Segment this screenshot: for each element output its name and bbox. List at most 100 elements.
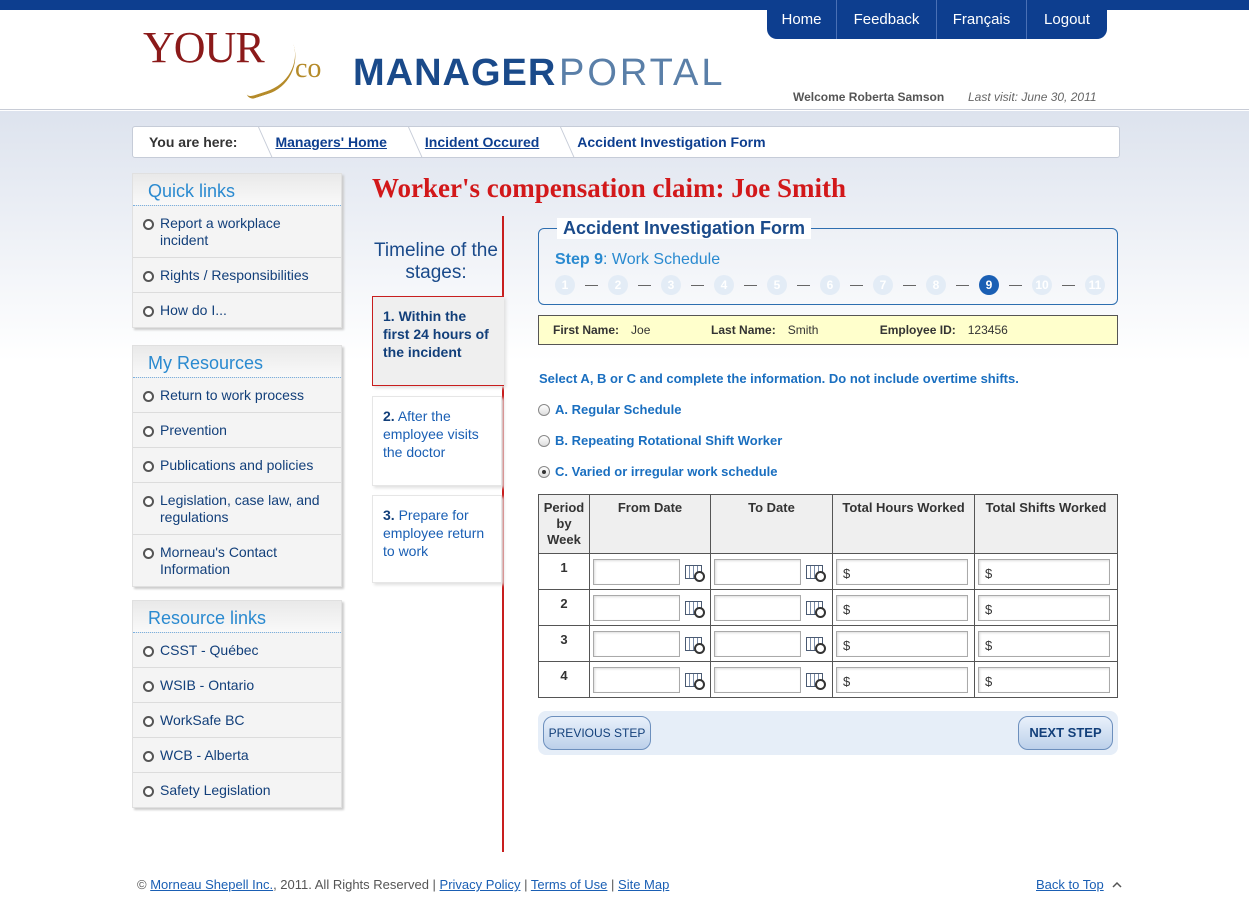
total-shifts-input[interactable]: $ (978, 558, 1110, 585)
stage-number: 2. (383, 408, 395, 424)
calendar-icon[interactable] (806, 636, 826, 654)
option-b[interactable]: B. Repeating Rotational Shift Worker (538, 433, 782, 448)
step-dot-8: 8 (926, 275, 946, 295)
nav-home[interactable]: Home (767, 0, 837, 39)
stage-number: 3. (383, 507, 395, 523)
quick-links-title: Quick links (133, 174, 341, 206)
resource-item[interactable]: Legislation, case law, and regulations (133, 483, 341, 535)
nav-feedback[interactable]: Feedback (837, 0, 937, 39)
footer-privacy-link[interactable]: Privacy Policy (440, 877, 521, 892)
step-connector (1062, 284, 1075, 286)
last-name-value: Smith (787, 323, 819, 337)
calendar-icon[interactable] (806, 672, 826, 690)
step-nav-bar: PREVIOUS STEP NEXT STEP (538, 711, 1118, 755)
option-a[interactable]: A. Regular Schedule (538, 402, 681, 417)
timeline-title: Timeline of the stages: (374, 240, 498, 283)
from-date-input[interactable] (593, 630, 680, 657)
stage-text: After the employee visits the doctor (383, 408, 479, 460)
total-hours-input[interactable]: $ (836, 558, 968, 585)
chevron-up-icon[interactable] (1112, 880, 1122, 890)
last-name-label: Last Name: (711, 323, 776, 337)
total-shifts-input[interactable]: $ (978, 630, 1110, 657)
option-c-label[interactable]: C. Varied or irregular work schedule (555, 464, 778, 479)
back-to-top-link[interactable]: Back to Top (1036, 877, 1104, 892)
nav-francais[interactable]: Français (937, 0, 1027, 39)
total-hours-input[interactable]: $ (836, 666, 968, 693)
step-dot-6: 6 (820, 275, 840, 295)
week-number: 4 (538, 661, 590, 698)
total-shifts-input[interactable]: $ (978, 594, 1110, 621)
resource-item[interactable]: Publications and policies (133, 448, 341, 483)
first-name-label: First Name: (553, 323, 620, 337)
option-c-radio[interactable] (538, 465, 550, 478)
work-schedule-table: Period by Week From Date To Date Total H… (538, 494, 1118, 698)
step-dot-9: 9 (979, 275, 999, 295)
to-date-input[interactable] (714, 630, 801, 657)
step-connector (744, 284, 757, 286)
calendar-icon[interactable] (685, 600, 705, 618)
stage-text: Within the first 24 hours of the inciden… (383, 308, 489, 360)
total-hours-input[interactable]: $ (836, 630, 968, 657)
calendar-icon[interactable] (806, 564, 826, 582)
resource-link-item[interactable]: WSIB - Ontario (133, 668, 341, 703)
option-c[interactable]: C. Varied or irregular work schedule (538, 464, 778, 479)
from-date-input[interactable] (593, 594, 680, 621)
option-a-radio[interactable] (538, 403, 550, 416)
resource-link-item[interactable]: WCB - Alberta (133, 738, 341, 773)
footer-sitemap-link[interactable]: Site Map (618, 877, 669, 892)
calendar-icon[interactable] (685, 636, 705, 654)
previous-step-button[interactable]: PREVIOUS STEP (543, 716, 651, 750)
logo-manager: MANAGER (353, 52, 557, 94)
to-date-input[interactable] (714, 558, 801, 585)
week-number: 2 (538, 589, 590, 626)
step-connector (638, 284, 651, 286)
resource-item[interactable]: Morneau's Contact Information (133, 535, 341, 586)
calendar-icon[interactable] (806, 600, 826, 618)
timeline-stage-3[interactable]: 3. Prepare for employee return to work (372, 495, 502, 583)
calendar-icon[interactable] (685, 672, 705, 690)
resource-link-item[interactable]: WorkSafe BC (133, 703, 341, 738)
header-period: Period by Week (538, 494, 590, 554)
claim-title: Worker's compensation claim: Joe Smith (372, 173, 846, 203)
calendar-icon[interactable] (685, 564, 705, 582)
footer-terms-link[interactable]: Terms of Use (531, 877, 608, 892)
option-b-label[interactable]: B. Repeating Rotational Shift Worker (555, 433, 782, 448)
option-a-label[interactable]: A. Regular Schedule (555, 402, 681, 417)
quick-link-item[interactable]: How do I... (133, 293, 341, 327)
resource-link-item[interactable]: Safety Legislation (133, 773, 341, 807)
total-shifts-input[interactable]: $ (978, 666, 1110, 693)
employee-id-value: 123456 (967, 323, 1008, 337)
step-dot-11: 11 (1085, 275, 1105, 295)
to-date-input[interactable] (714, 666, 801, 693)
option-b-radio[interactable] (538, 434, 550, 447)
week-number: 1 (538, 553, 590, 590)
logo[interactable]: YOUR co MANAGER PORTAL (143, 22, 743, 102)
step-connector (585, 284, 598, 286)
total-hours-input[interactable]: $ (836, 594, 968, 621)
resource-link-item[interactable]: CSST - Québec (133, 633, 341, 668)
footer-company-link[interactable]: Morneau Shepell Inc. (150, 877, 273, 892)
copyright-symbol: © (137, 877, 147, 892)
nav-logout[interactable]: Logout (1027, 0, 1107, 39)
last-visit-text: Last visit: June 30, 2011 (968, 90, 1097, 104)
from-date-input[interactable] (593, 666, 680, 693)
timeline-stage-2[interactable]: 2. After the employee visits the doctor (372, 396, 502, 486)
breadcrumb-managers-home[interactable]: Managers' Home (275, 134, 386, 150)
week-number: 3 (538, 625, 590, 662)
quick-link-item[interactable]: Rights / Responsibilities (133, 258, 341, 293)
quick-link-item[interactable]: Report a workplace incident (133, 206, 341, 258)
breadcrumb-incident-occured[interactable]: Incident Occured (425, 134, 539, 150)
my-resources-box: My Resources Return to work process Prev… (132, 345, 342, 587)
step-dot-10: 10 (1032, 275, 1052, 295)
to-date-input[interactable] (714, 594, 801, 621)
stage-number: 1. (383, 308, 395, 324)
next-step-button[interactable]: NEXT STEP (1018, 716, 1113, 750)
from-date-input[interactable] (593, 558, 680, 585)
step-line: Step 9: Work Schedule (555, 251, 720, 269)
resource-item[interactable]: Prevention (133, 413, 341, 448)
resource-item[interactable]: Return to work process (133, 378, 341, 413)
welcome-text: Welcome Roberta Samson (793, 90, 945, 104)
footer: © Morneau Shepell Inc., 2011. All Rights… (137, 877, 670, 892)
timeline-stage-1[interactable]: 1. Within the first 24 hours of the inci… (372, 296, 504, 386)
step-connector (691, 284, 704, 286)
